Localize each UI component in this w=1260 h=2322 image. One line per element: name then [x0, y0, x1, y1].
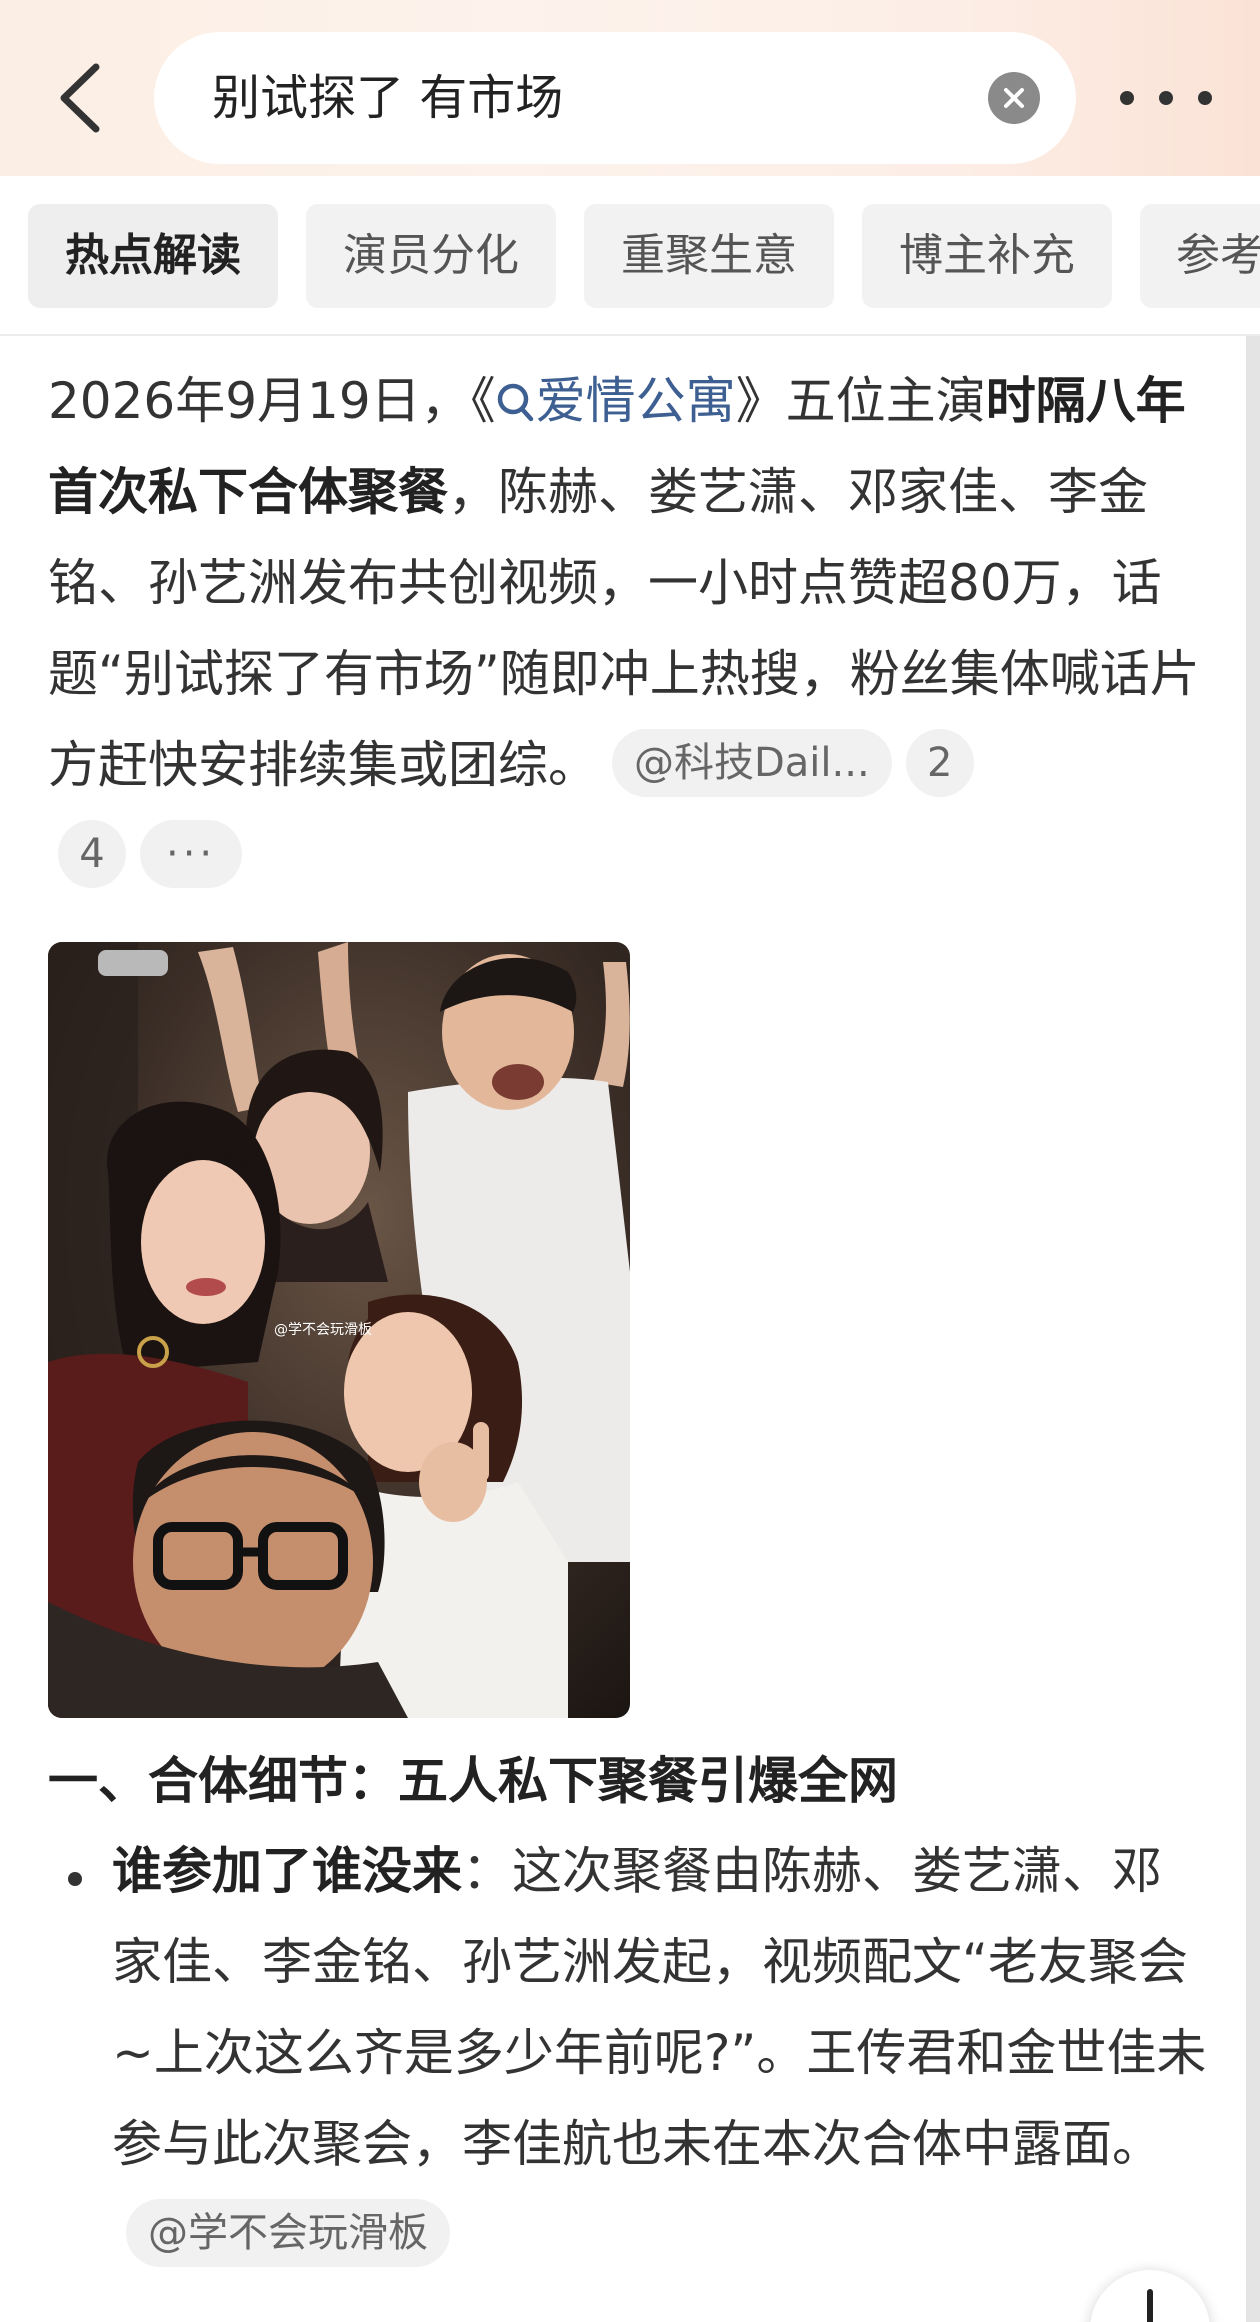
section-heading: 一、合体细节：五人私下聚餐引爆全网	[48, 1752, 898, 1810]
scrollbar[interactable]	[1246, 336, 1260, 2322]
more-dots-icon	[1159, 91, 1173, 105]
bullet-title: 谁参加了谁没来	[112, 1842, 462, 1900]
more-references-pill[interactable]: ···	[140, 819, 243, 888]
source-pill[interactable]: @科技Dail...	[612, 728, 892, 797]
header-bar: 别试探了 有市场	[0, 0, 1260, 176]
group-photo[interactable]: @学不会玩滑板	[48, 942, 630, 1718]
tab-reunion-business[interactable]: 重聚生意	[584, 204, 834, 308]
group-photo-image: @学不会玩滑板	[48, 942, 630, 1718]
down-arrow-icon	[1147, 2289, 1153, 2322]
bullet-dot	[68, 1872, 82, 1886]
article-content: 2026年9月19日，《 爱情公寓》五位主演时隔八年首次私下合体聚餐，陈赫、娄艺潇…	[0, 336, 1240, 2322]
tab-reference[interactable]: 参考	[1140, 204, 1260, 308]
topic-tabs: 热点解读 演员分化 重聚生意 博主补充 参考	[0, 176, 1260, 336]
search-icon	[497, 383, 533, 422]
clear-button[interactable]	[988, 72, 1040, 124]
reference-pill-2[interactable]: 2	[905, 728, 974, 797]
tab-hot-interpretation[interactable]: 热点解读	[28, 204, 278, 308]
more-dots-icon	[1198, 91, 1212, 105]
bullet-source-pill[interactable]: @学不会玩滑板	[126, 2198, 450, 2267]
clear-icon	[1004, 88, 1024, 108]
entity-link-label: 爱情公寓	[535, 372, 736, 430]
bullet-item: 谁参加了谁没来：这次聚餐由陈赫、娄艺潇、邓家佳、李金铭、孙艺洲发起，视频配文“老…	[112, 1826, 1208, 2281]
search-field[interactable]: 别试探了 有市场	[154, 32, 1076, 164]
intro-paragraph: 2026年9月19日，《 爱情公寓》五位主演时隔八年首次私下合体聚餐，陈赫、娄艺潇…	[48, 356, 1208, 902]
more-dots-icon	[1120, 91, 1134, 105]
back-arrow-icon	[60, 63, 100, 133]
back-button[interactable]	[40, 58, 120, 138]
more-button[interactable]	[1120, 70, 1212, 126]
scroll-down-button[interactable]	[1090, 2270, 1210, 2322]
intro-text-prefix: 2026年9月19日，《	[48, 372, 496, 430]
tab-actor-divergence[interactable]: 演员分化	[306, 204, 556, 308]
photo-watermark: @学不会玩滑板	[274, 1321, 372, 1338]
search-input[interactable]: 别试探了 有市场	[212, 32, 563, 164]
reference-pill-4[interactable]: 4	[58, 819, 126, 888]
intro-text-mid: 》五位主演	[735, 372, 986, 430]
tab-blogger-supplement[interactable]: 博主补充	[862, 204, 1112, 308]
entity-link-aiqinggongyu[interactable]: 爱情公寓	[496, 372, 736, 430]
